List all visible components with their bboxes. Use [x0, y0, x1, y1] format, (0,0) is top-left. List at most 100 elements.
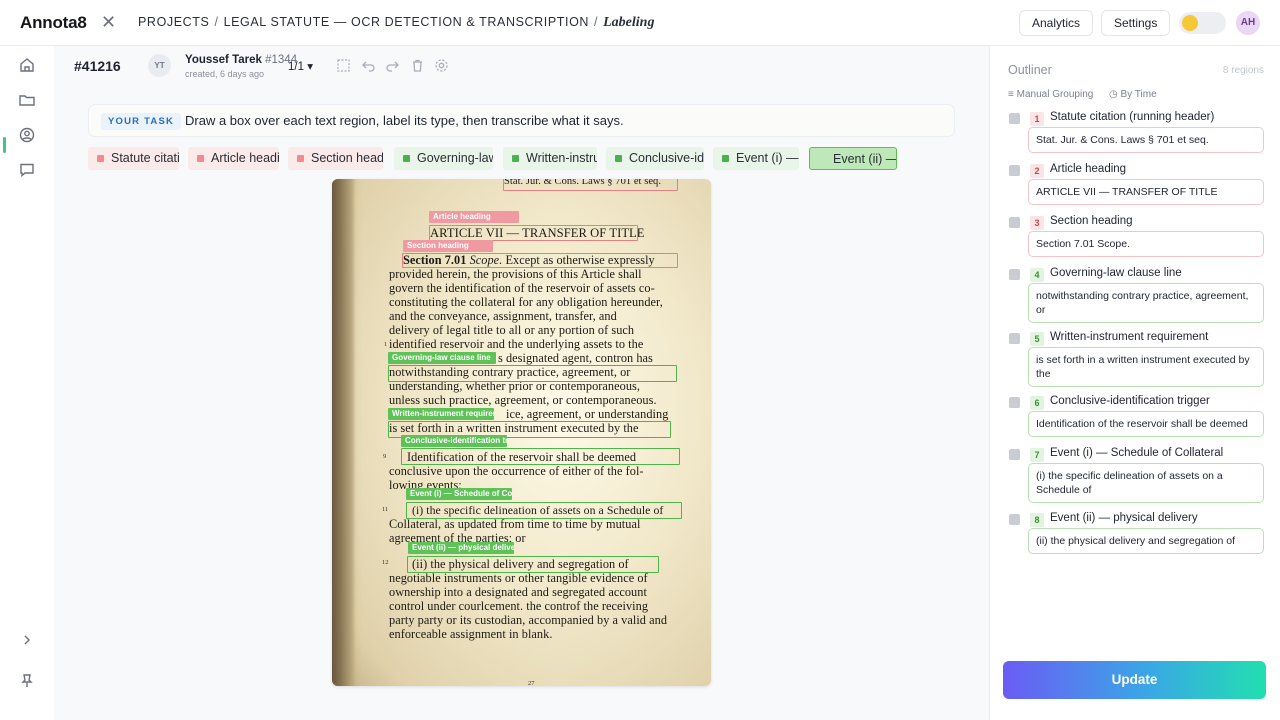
labeling-workspace: #41216 YT Youssef Tarek #1344 created, 6…: [54, 46, 989, 720]
drag-handle-icon[interactable]: [1009, 217, 1020, 228]
body-line: party party or its custodian, accompanie…: [389, 613, 668, 627]
region-label: Event (ii) — physical delivery: [1050, 512, 1198, 524]
region-label: Event (i) — Schedule of Collateral: [1050, 447, 1224, 459]
transcription-field[interactable]: Identification of the reservoir shall be…: [1028, 411, 1264, 437]
region-label: Conclusive-identification trigger: [1050, 395, 1210, 407]
body-line: ownership into a designated and segregat…: [389, 585, 647, 599]
region-tag: Conclusive-identification trigger: [401, 435, 507, 447]
pager-value: 1/1: [288, 61, 304, 73]
close-icon[interactable]: ✕: [101, 11, 116, 33]
pin-icon[interactable]: [18, 672, 36, 690]
user-circle-icon[interactable]: [18, 126, 36, 144]
region-box-article-heading[interactable]: [429, 225, 638, 241]
label-chip-text: Conclusive-identification trigger: [629, 151, 704, 165]
breadcrumb-project[interactable]: LEGAL STATUTE — OCR DETECTION & TRANSCRI…: [224, 15, 589, 29]
drag-handle-icon[interactable]: [1009, 333, 1020, 344]
document-page[interactable]: Stat. Jur. & Cons. Laws § 701 et seq. AR…: [332, 179, 711, 686]
folder-icon[interactable]: [18, 91, 36, 109]
body-line: conclusive upon the occurrence of either…: [389, 464, 644, 478]
label-chip-article-heading[interactable]: Article heading: [188, 147, 279, 170]
body-line: Collateral, as updated from time to time…: [389, 517, 641, 531]
user-avatar[interactable]: AH: [1236, 11, 1260, 35]
transcription-field[interactable]: is set forth in a written instrument exe…: [1028, 347, 1264, 387]
margin-line-number: 11: [382, 506, 389, 513]
redo-icon[interactable]: [385, 58, 400, 73]
task-instruction-text: Draw a box over each text region, label …: [185, 113, 624, 128]
drag-handle-icon[interactable]: [1009, 113, 1020, 124]
undo-icon[interactable]: [361, 58, 376, 73]
sort-by-time-toggle[interactable]: ◷ By Time: [1109, 89, 1157, 100]
region-label: Section heading: [1050, 215, 1133, 227]
region-box-governing-law[interactable]: [388, 365, 677, 382]
body-line: control under courlcement. the controf t…: [389, 599, 649, 613]
drag-handle-icon[interactable]: [1009, 449, 1020, 460]
analytics-button[interactable]: Analytics: [1019, 10, 1094, 36]
transcription-field[interactable]: Section 7.01 Scope.: [1028, 231, 1264, 257]
page-binding-gutter: [332, 179, 356, 686]
manual-grouping-toggle[interactable]: ≡ Manual Grouping: [1008, 89, 1093, 100]
transcription-field[interactable]: ARTICLE VII — TRANSFER OF TITLE: [1028, 179, 1264, 205]
chevron-right-icon[interactable]: [18, 631, 36, 649]
update-button[interactable]: Update: [1003, 661, 1266, 699]
drag-handle-icon[interactable]: [1009, 269, 1020, 280]
transcription-field[interactable]: (ii) the physical delivery and segregati…: [1028, 528, 1264, 554]
region-tag: Governing-law clause line: [388, 352, 496, 364]
chat-icon[interactable]: [18, 161, 36, 179]
annotation-pager[interactable]: 1/1 ▾: [288, 59, 313, 73]
region-number: 6: [1030, 396, 1044, 410]
label-chip-section-heading[interactable]: Section heading: [288, 147, 383, 170]
body-line: constituting the collateral for any obli…: [389, 295, 663, 309]
margin-line-number: 9: [383, 453, 387, 460]
transcription-field[interactable]: notwithstanding contrary practice, agree…: [1028, 283, 1264, 323]
margin-line-number: 12: [382, 559, 389, 566]
label-chip-text: Section heading: [311, 151, 383, 165]
label-chip-statute-citation[interactable]: Statute citation (running header): [88, 147, 179, 170]
label-chip-event-ii[interactable]: Event (ii) — physical delivery: [809, 147, 897, 170]
label-color-swatch: [722, 155, 729, 162]
left-rail: [0, 46, 54, 720]
label-chip-event-i[interactable]: Event (i) — Schedule of Collateral: [713, 147, 799, 170]
outliner-panel: Outliner 8 regions ≡ Manual Grouping ◷ B…: [989, 46, 1280, 720]
transcription-field[interactable]: (i) the specific delineation of assets o…: [1028, 463, 1264, 503]
theme-toggle[interactable]: [1179, 12, 1226, 34]
outliner-title: Outliner: [1008, 63, 1052, 77]
settings-button[interactable]: Settings: [1101, 10, 1171, 36]
app-logo[interactable]: Annota8: [20, 13, 87, 33]
gear-icon[interactable]: [434, 58, 449, 73]
task-badge: YOUR TASK: [101, 113, 182, 130]
breadcrumb: PROJECTS / LEGAL STATUTE — OCR DETECTION &…: [138, 15, 654, 31]
region-box-event-i[interactable]: [406, 502, 682, 519]
body-line: s designated agent, contron has: [498, 351, 653, 365]
region-number: 5: [1030, 332, 1044, 346]
body-line: delivery of legal title to all or any po…: [389, 323, 635, 337]
label-color-swatch: [819, 156, 826, 163]
transcription-field[interactable]: Stat. Jur. & Cons. Laws § 701 et seq.: [1028, 127, 1264, 153]
drag-handle-icon[interactable]: [1009, 397, 1020, 408]
top-bar: Annota8 ✕ PROJECTS / LEGAL STATUTE — OCR D…: [0, 0, 1280, 46]
region-number: 3: [1030, 216, 1044, 230]
region-number: 8: [1030, 513, 1044, 527]
task-id: #41216: [74, 58, 121, 74]
select-region-icon[interactable]: [336, 58, 351, 73]
region-number: 2: [1030, 164, 1044, 178]
home-icon[interactable]: [18, 56, 36, 74]
label-chip-governing-law[interactable]: Governing-law clause line: [394, 147, 493, 170]
region-tag: Section heading: [403, 240, 493, 252]
trash-icon[interactable]: [410, 58, 425, 73]
drag-handle-icon[interactable]: [1009, 514, 1020, 525]
page-number: 27: [528, 680, 535, 686]
label-chip-conclusive-identification[interactable]: Conclusive-identification trigger: [606, 147, 704, 170]
region-box-conclusive-identification[interactable]: [401, 448, 680, 465]
region-box-section-heading[interactable]: [402, 253, 678, 268]
region-count: 8 regions: [1222, 65, 1264, 76]
annotator-name: Youssef Tarek #1344: [185, 54, 297, 66]
label-color-swatch: [403, 155, 410, 162]
breadcrumb-projects[interactable]: PROJECTS: [138, 15, 209, 29]
region-tag: Event (ii) — physical delivery: [408, 542, 514, 554]
label-chip-written-instrument[interactable]: Written-instrument requirement: [503, 147, 597, 170]
region-box-statute-citation[interactable]: [503, 179, 678, 191]
region-number: 4: [1030, 268, 1044, 282]
region-box-event-ii[interactable]: [407, 556, 659, 573]
drag-handle-icon[interactable]: [1009, 165, 1020, 176]
label-chip-text: Article heading: [211, 151, 279, 165]
